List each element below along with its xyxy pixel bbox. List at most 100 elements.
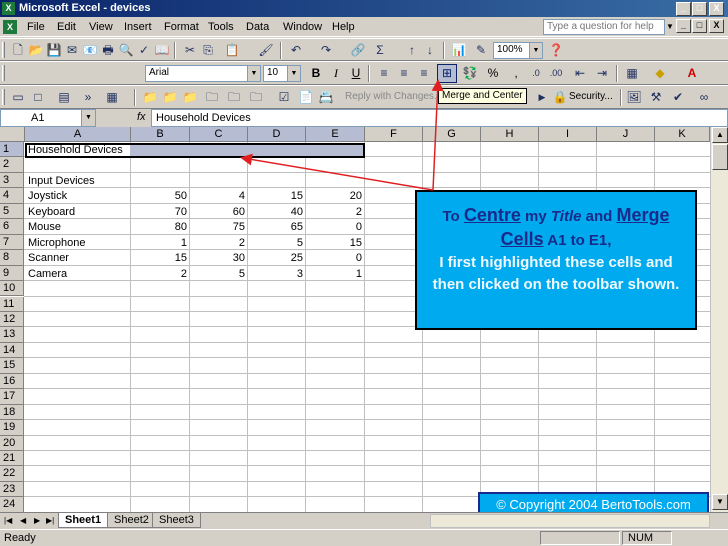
link-icon[interactable]: ∞ <box>696 90 712 105</box>
menu-window[interactable]: Window <box>283 21 322 33</box>
cell-value[interactable]: 2 <box>195 236 245 251</box>
column-header-e[interactable]: E <box>306 127 365 142</box>
chevron-down-icon[interactable]: ▼ <box>529 43 542 58</box>
cell-value[interactable]: 15 <box>137 251 187 266</box>
chevron-down-icon[interactable]: ▼ <box>287 66 300 81</box>
cell-value[interactable]: 20 <box>312 189 362 204</box>
play-icon[interactable]: ▶ <box>534 90 550 105</box>
align-left-icon[interactable]: ≡ <box>376 66 392 81</box>
row-header-13[interactable]: 13 <box>0 327 24 343</box>
decrease-decimal-icon[interactable]: .00 <box>548 66 564 81</box>
align-center-icon[interactable]: ≡ <box>396 66 412 81</box>
cell-device-label[interactable]: Mouse <box>28 220 61 235</box>
cell-value[interactable]: 50 <box>137 189 187 204</box>
toolbar-grip[interactable] <box>2 42 5 58</box>
prev-sheet-icon[interactable]: ◀ <box>20 516 26 525</box>
new-icon[interactable]: 🗋 <box>10 43 26 58</box>
currency-icon[interactable]: 💱 <box>462 66 478 81</box>
menu-help[interactable]: Help <box>332 21 355 33</box>
cell-value[interactable]: 15 <box>312 236 362 251</box>
cell-device-label[interactable]: Camera <box>28 267 67 282</box>
column-header-b[interactable]: B <box>131 127 190 142</box>
cell-value[interactable]: 2 <box>312 205 362 220</box>
row-header-5[interactable]: 5 <box>0 203 24 220</box>
help-icon[interactable]: ❓ <box>548 43 564 58</box>
column-header-g[interactable]: G <box>423 127 481 142</box>
new-comment-icon[interactable]: 📁 <box>142 90 158 105</box>
mail-recipient-icon[interactable]: 📇 <box>318 90 334 105</box>
maximize-button[interactable]: □ <box>692 2 707 16</box>
paste-icon[interactable]: 📋 <box>224 43 240 58</box>
cell-value[interactable]: 60 <box>195 205 245 220</box>
menu-file[interactable]: File <box>27 21 45 33</box>
cell-value[interactable]: 5 <box>195 267 245 282</box>
row-header-6[interactable]: 6 <box>0 219 24 235</box>
row-header-14[interactable]: 14 <box>0 342 24 359</box>
row-header-1[interactable]: 1 <box>0 142 24 158</box>
row-header-8[interactable]: 8 <box>0 250 24 266</box>
menu-data[interactable]: Data <box>246 21 269 33</box>
borders-icon[interactable]: ▦ <box>624 66 640 81</box>
vertical-scrollbar[interactable]: ▲ ▼ <box>710 127 728 512</box>
row-header-10[interactable]: 10 <box>0 281 24 297</box>
doc-minimize-button[interactable]: _ <box>676 19 691 33</box>
cell-value[interactable]: 2 <box>137 267 187 282</box>
previous-comment-icon[interactable]: 📁 <box>162 90 178 105</box>
chevron-down-icon[interactable]: ▼ <box>81 110 95 126</box>
toolbar-grip[interactable] <box>2 65 5 81</box>
row-header-20[interactable]: 20 <box>0 435 24 451</box>
last-sheet-icon[interactable]: ▶| <box>46 516 54 525</box>
cell-a3-section[interactable]: Input Devices <box>28 174 95 189</box>
sort-descending-icon[interactable]: ↓ <box>422 43 438 58</box>
cell-value[interactable]: 1 <box>137 236 187 251</box>
fill-color-icon[interactable]: ◆ <box>652 66 668 81</box>
next-sheet-icon[interactable]: ▶ <box>34 516 40 525</box>
print-icon[interactable]: 🖶 <box>100 43 116 58</box>
cell-value[interactable]: 65 <box>253 220 303 235</box>
track-changes-icon[interactable]: ☑ <box>276 90 292 105</box>
document-icon[interactable]: X <box>3 20 17 34</box>
cell-value[interactable]: 3 <box>253 267 303 282</box>
form-control-icon[interactable]: ▭ <box>10 90 26 105</box>
doc-restore-button[interactable]: □ <box>692 19 707 33</box>
cell-device-label[interactable]: Microphone <box>28 236 85 251</box>
row-header-22[interactable]: 22 <box>0 466 24 482</box>
scroll-thumb[interactable] <box>712 144 728 170</box>
column-header-f[interactable]: F <box>365 127 423 142</box>
delete-comment-icon[interactable]: 🗀 <box>248 90 264 105</box>
select-all-corner[interactable] <box>0 127 25 142</box>
row-header-19[interactable]: 19 <box>0 420 24 436</box>
tab-sheet1[interactable]: Sheet1 <box>58 513 109 528</box>
cell-value[interactable]: 70 <box>137 205 187 220</box>
security-icon[interactable]: 🔒 <box>552 90 568 105</box>
tab-sheet3[interactable]: Sheet3 <box>152 513 201 528</box>
drawing-icon[interactable]: ✎ <box>473 43 489 58</box>
next-comment-icon[interactable]: 📁 <box>182 90 198 105</box>
menu-edit[interactable]: Edit <box>57 21 76 33</box>
decrease-indent-icon[interactable]: ⇤ <box>572 66 588 81</box>
minimize-button[interactable]: _ <box>676 2 691 16</box>
help-search-input[interactable]: Type a question for help <box>543 19 665 35</box>
menu-tools[interactable]: Tools <box>208 21 234 33</box>
undo-icon[interactable]: ↶ <box>288 43 304 58</box>
cell-device-label[interactable]: Keyboard <box>28 205 75 220</box>
tools-icon[interactable]: ⚒ <box>648 90 664 105</box>
row-header-4[interactable]: 4 <box>0 188 24 204</box>
column-header-j[interactable]: J <box>597 127 655 142</box>
text-box-icon[interactable]: □ <box>30 90 46 105</box>
hyperlink-icon[interactable]: 🔗 <box>350 43 366 58</box>
align-right-icon[interactable]: ≡ <box>416 66 432 81</box>
font-name-select[interactable]: Arial ▼ <box>145 65 261 82</box>
row-header-12[interactable]: 12 <box>0 311 24 328</box>
scroll-down-button[interactable]: ▼ <box>712 494 728 510</box>
horizontal-scrollbar[interactable] <box>430 514 710 528</box>
fx-icon[interactable]: fx <box>137 111 146 123</box>
increase-indent-icon[interactable]: ⇥ <box>594 66 610 81</box>
menu-insert[interactable]: Insert <box>124 21 152 33</box>
doc-close-button[interactable]: X <box>709 19 724 33</box>
column-header-a[interactable]: A <box>25 127 131 142</box>
italic-button[interactable]: I <box>328 66 344 81</box>
permission-icon[interactable]: ✉ <box>64 43 80 58</box>
properties-icon[interactable]: ▦ <box>104 90 120 105</box>
row-header-9[interactable]: 9 <box>0 265 24 282</box>
